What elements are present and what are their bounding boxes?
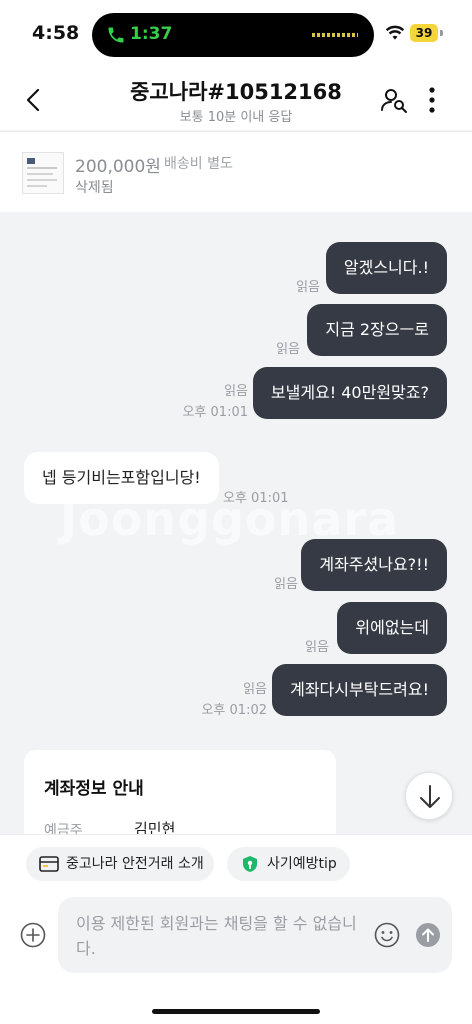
scroll-to-bottom-button[interactable] (405, 772, 453, 820)
message-outgoing[interactable]: 지금 2장으ㅡ로 (307, 304, 447, 356)
account-info-card[interactable]: 계좌정보 안내 예금주 김민현 (24, 750, 336, 834)
message-time: 오후 01:01 (223, 491, 289, 506)
message-outgoing[interactable]: 위에없는데 (337, 602, 447, 654)
message-outgoing[interactable]: 계좌다시부탁드려요! (272, 664, 447, 716)
message-time: 오후 01:02 (201, 703, 267, 718)
input-disabled-notice: 이용 제한된 회원과는 채팅을 할 수 없습니다. (76, 914, 357, 958)
wifi-icon (385, 25, 405, 40)
message-outgoing[interactable]: 알겠스니다.! (325, 242, 447, 294)
message-outgoing[interactable]: 보낼게요! 40만원맞죠? (252, 367, 447, 419)
product-thumbnail (22, 152, 64, 194)
fraud-tip-label: 사기예방tip (267, 856, 337, 872)
status-bar: 4:58 1:37 39 (0, 0, 472, 70)
home-indicator (152, 1009, 320, 1014)
message-time: 오후 01:01 (182, 405, 248, 420)
chat-footer: 중고나라 안전거래 소개 사기예방tip 이용 제한된 회원과는 채팅을 할 수… (0, 834, 472, 1024)
phone-icon (108, 27, 124, 43)
read-receipt: 읽음 (274, 577, 298, 592)
product-status: 삭제됨 (75, 180, 114, 196)
chat-messages[interactable]: Joonggonara 읽음 알겠스니다.! 읽음 지금 2장으ㅡ로 읽음 오후… (0, 212, 472, 834)
product-price: 200,000원 (75, 157, 161, 177)
plus-circle-icon[interactable] (20, 922, 46, 948)
card-icon (39, 856, 59, 872)
dynamic-island[interactable]: 1:37 (92, 13, 374, 57)
account-holder-value: 김민현 (134, 820, 176, 834)
emoji-icon[interactable] (374, 922, 400, 948)
chat-header: 중고나라#10512168 보통 10분 이내 응답 (0, 70, 472, 130)
safe-trade-chip[interactable]: 중고나라 안전거래 소개 (26, 847, 214, 881)
audio-wave (312, 33, 358, 37)
arrow-down-icon (420, 785, 440, 808)
profile-search-icon[interactable] (380, 86, 408, 114)
product-shipping: 배송비 별도 (164, 156, 233, 172)
battery-indicator: 39 (410, 24, 438, 42)
more-vertical-icon[interactable] (422, 86, 442, 114)
send-arrow-icon[interactable] (416, 923, 440, 947)
read-receipt: 읽음 (296, 280, 320, 295)
fraud-tip-chip[interactable]: 사기예방tip (227, 847, 350, 881)
message-input[interactable]: 이용 제한된 회원과는 채팅을 할 수 없습니다. (58, 897, 452, 973)
shield-icon (243, 856, 257, 872)
account-holder-label: 예금주 (44, 823, 83, 834)
message-outgoing[interactable]: 계좌주셨나요?!! (301, 539, 447, 591)
battery-tip (440, 30, 443, 36)
read-receipt: 읽음 (243, 682, 267, 697)
status-time: 4:58 (32, 22, 80, 44)
message-incoming[interactable]: 넵 등기비는포함입니당! (24, 452, 219, 504)
read-receipt: 읽음 (224, 384, 248, 399)
read-receipt: 읽음 (276, 342, 300, 357)
safe-trade-label: 중고나라 안전거래 소개 (66, 856, 204, 872)
account-card-title: 계좌정보 안내 (44, 779, 144, 799)
call-time: 1:37 (130, 24, 173, 44)
product-summary[interactable]: 200,000원 배송비 별도 삭제됨 (0, 131, 472, 212)
read-receipt: 읽음 (305, 640, 329, 655)
